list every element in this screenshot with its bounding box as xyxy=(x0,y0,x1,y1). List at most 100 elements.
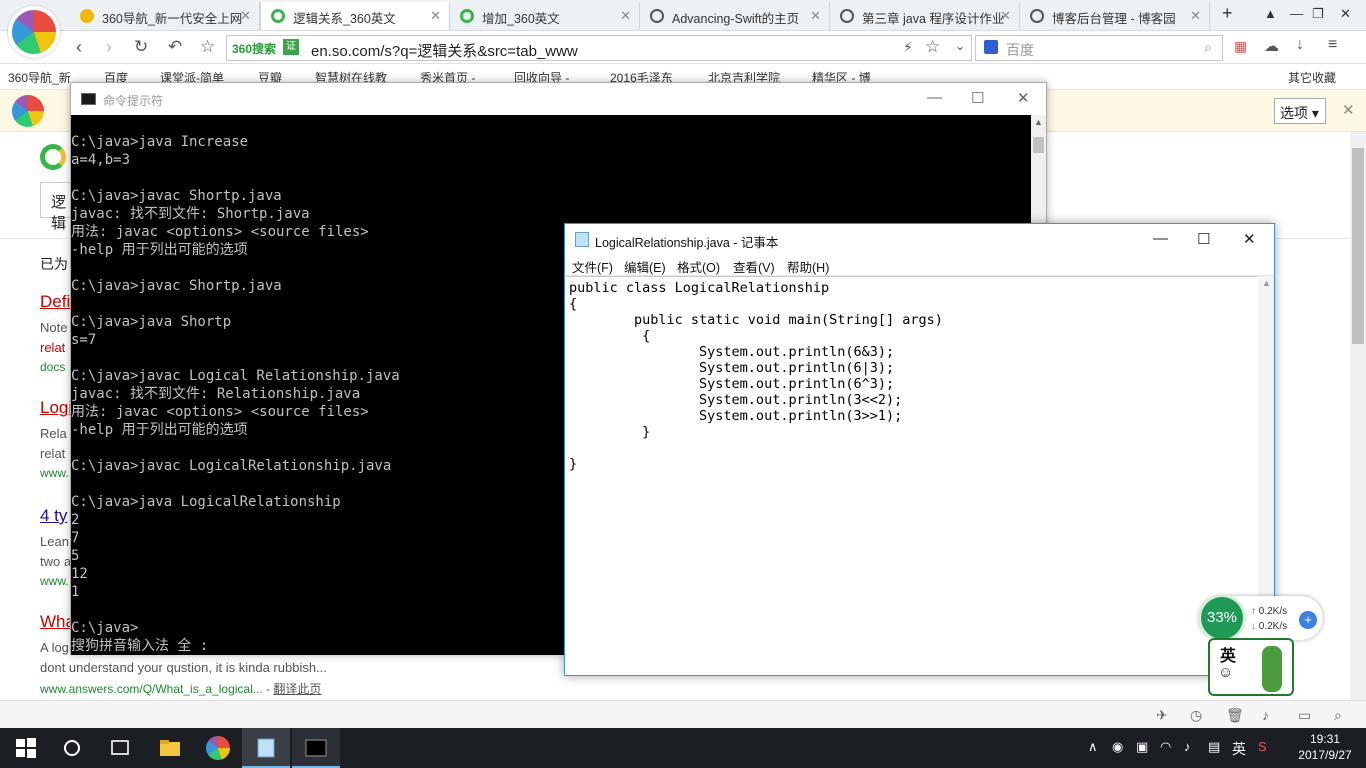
skin-icon[interactable]: ▲ xyxy=(1264,6,1277,21)
tab-chapter-three[interactable]: 第三章 java 程序设计作业 ✕ xyxy=(830,2,1020,30)
bookmark-star-icon[interactable]: ☆ xyxy=(925,37,940,57)
new-tab-icon[interactable]: + xyxy=(1222,3,1233,24)
bookmark-item[interactable]: 360导航_新 xyxy=(8,69,71,86)
maximize-icon[interactable]: ☐ xyxy=(1197,230,1210,248)
clock-time: 19:31 xyxy=(1309,732,1341,746)
close-icon[interactable]: ✕ xyxy=(1017,89,1030,107)
task-view-icon[interactable] xyxy=(108,736,132,760)
apps-grid-icon[interactable]: ▦ xyxy=(1234,38,1247,55)
result-title[interactable]: Defi xyxy=(40,292,70,312)
scrollbar-thumb[interactable] xyxy=(1033,137,1044,153)
so-logo-icon[interactable] xyxy=(40,144,66,170)
other-bookmarks[interactable]: 其它收藏 xyxy=(1288,69,1336,86)
options-dropdown[interactable]: 选项 ▾ xyxy=(1274,98,1326,124)
trash-icon[interactable]: 🗑 xyxy=(1226,707,1244,724)
accelerate-plus-icon[interactable]: + xyxy=(1299,611,1317,629)
action-center-icon[interactable]: ▤ xyxy=(1208,739,1220,755)
tab-close-icon[interactable]: ✕ xyxy=(430,8,441,24)
scrollbar-thumb[interactable] xyxy=(1352,148,1364,344)
volume-icon[interactable]: ♪ xyxy=(1184,739,1191,754)
tab-close-icon[interactable]: ✕ xyxy=(1190,8,1201,24)
search-box[interactable]: 百度 ⌕ xyxy=(975,35,1223,61)
address-bar[interactable]: 360搜索 证 en.so.com/s?q=逻辑关系&src=tab_www ⚡… xyxy=(226,35,972,61)
system-clock[interactable]: 19:31 2017/9/27 xyxy=(1290,731,1360,763)
speed-mode-icon[interactable]: ⚡ xyxy=(903,39,913,56)
tray-network-card-icon[interactable]: ▣ xyxy=(1136,739,1148,755)
tab-close-icon[interactable]: ✕ xyxy=(240,8,251,24)
restore-icon[interactable]: ❐ xyxy=(1312,6,1324,22)
ime-status-widget[interactable]: 英 ☺ xyxy=(1208,638,1294,696)
result-url[interactable]: www.answers.com/Q/What_is_a_logical... -… xyxy=(40,680,321,697)
tab-increase[interactable]: 增加_360英文 ✕ xyxy=(450,2,640,30)
close-icon[interactable]: ✕ xyxy=(1243,230,1256,248)
minimize-icon[interactable]: — xyxy=(1290,6,1303,21)
translate-link[interactable]: 翻译此页 xyxy=(273,682,321,696)
history-icon[interactable]: ◷ xyxy=(1190,707,1202,724)
volume-icon[interactable]: ♪ xyxy=(1262,707,1269,723)
result-url[interactable]: docs xyxy=(40,360,65,374)
certificate-icon[interactable]: 证 xyxy=(283,39,299,55)
search-icon[interactable] xyxy=(60,736,84,760)
browser-logo-icon[interactable] xyxy=(8,6,60,58)
tray-360-icon[interactable]: ◉ xyxy=(1112,739,1123,755)
minimize-icon[interactable]: — xyxy=(1153,230,1168,247)
pin-icon[interactable]: ✈ xyxy=(1156,707,1168,724)
menu-format[interactable]: 格式(O) xyxy=(677,257,720,276)
ime-emoji-icon[interactable]: ☺ xyxy=(1218,664,1233,681)
taskbar-active-notepad[interactable] xyxy=(242,728,290,768)
result-url[interactable]: www. xyxy=(40,466,69,480)
refresh-icon[interactable]: ↻ xyxy=(134,37,148,57)
editor-text[interactable]: public class LogicalRelationship { publi… xyxy=(566,277,1258,472)
network-speed-widget[interactable]: 33% ↑ 0.2K/s ↓ 0.2K/s + xyxy=(1198,594,1323,642)
tab-360-nav[interactable]: 360导航_新一代安全上网 ✕ xyxy=(70,2,260,30)
wifi-icon[interactable]: ◠ xyxy=(1160,739,1171,755)
download-icon[interactable]: ↓ xyxy=(1296,36,1304,54)
scroll-up-icon[interactable]: ▲ xyxy=(1034,117,1043,127)
search-input[interactable]: 百度 xyxy=(1006,40,1034,60)
browser-status-bar: ✈ ◷ 🗑 ♪ ▭ ⌕ xyxy=(0,700,1366,728)
menu-edit[interactable]: 编辑(E) xyxy=(624,257,666,276)
tab-advancing-swift[interactable]: Advancing-Swift的主页 ✕ xyxy=(640,2,830,30)
cmd-titlebar[interactable]: 命令提示符 — ☐ ✕ xyxy=(71,83,1046,115)
tab-close-icon[interactable]: ✕ xyxy=(620,8,631,24)
back-icon[interactable]: ‹ xyxy=(76,37,82,58)
menu-view[interactable]: 查看(V) xyxy=(733,257,775,276)
notepad-editor[interactable]: public class LogicalRelationship { publi… xyxy=(566,276,1258,674)
tab-blog-admin[interactable]: 博客后台管理 - 博客园 ✕ xyxy=(1020,2,1210,30)
result-url[interactable]: www. xyxy=(40,574,69,588)
360-browser-icon[interactable] xyxy=(206,736,230,760)
tab-logic-relation[interactable]: 逻辑关系_360英文 ✕ xyxy=(260,2,450,30)
tab-close-icon[interactable]: ✕ xyxy=(1000,8,1011,24)
result-title[interactable]: 4 ty xyxy=(40,506,67,526)
zoom-icon[interactable]: ⌕ xyxy=(1334,707,1342,724)
minimize-icon[interactable]: — xyxy=(927,89,942,106)
menu-icon[interactable]: ≡ xyxy=(1328,36,1337,54)
window-icon[interactable]: ▭ xyxy=(1298,707,1311,724)
search-icon[interactable]: ⌕ xyxy=(1204,39,1212,56)
taskbar-active-cmd[interactable] xyxy=(292,728,340,768)
dropdown-chevron-icon[interactable]: ⌄ xyxy=(955,39,965,53)
input-language[interactable]: 英 xyxy=(1232,739,1246,759)
maximize-icon[interactable]: ☐ xyxy=(971,89,984,107)
favorite-star-icon[interactable]: ☆ xyxy=(200,37,215,57)
file-explorer-icon[interactable] xyxy=(158,736,182,760)
cloud-icon[interactable]: ☁ xyxy=(1264,37,1279,55)
undo-icon[interactable]: ↶ xyxy=(168,37,182,57)
memory-percent[interactable]: 33% xyxy=(1198,594,1246,642)
sogou-icon[interactable]: S xyxy=(1258,739,1267,754)
close-notice-icon[interactable]: ✕ xyxy=(1342,101,1355,119)
tray-expand-icon[interactable]: ∧ xyxy=(1088,739,1098,755)
tab-close-icon[interactable]: ✕ xyxy=(810,8,821,24)
result-title[interactable]: Logi xyxy=(40,398,72,418)
page-scrollbar[interactable] xyxy=(1350,132,1366,700)
url-text[interactable]: en.so.com/s?q=逻辑关系&src=tab_www xyxy=(311,40,578,61)
menu-file[interactable]: 文件(F) xyxy=(572,257,613,276)
windows-start-icon[interactable] xyxy=(14,736,38,760)
close-icon[interactable]: ✕ xyxy=(1340,6,1351,22)
baidu-icon[interactable] xyxy=(984,40,998,54)
notepad-titlebar[interactable]: LogicalRelationship.java - 记事本 — ☐ ✕ xyxy=(565,224,1274,254)
forward-icon[interactable]: › xyxy=(106,37,112,58)
menu-help[interactable]: 帮助(H) xyxy=(787,257,829,276)
ime-language-label[interactable]: 英 xyxy=(1220,642,1236,666)
scroll-up-icon[interactable]: ▲ xyxy=(1262,278,1271,288)
